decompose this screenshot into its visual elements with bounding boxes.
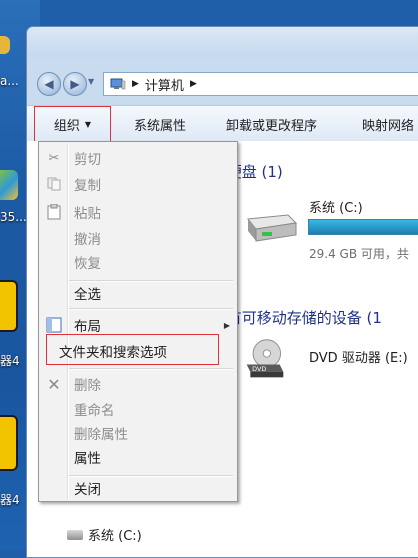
desktop-label: 35... — [0, 210, 27, 224]
command-bar: 组织 ▼ 系统属性 卸载或更改程序 映射网络 — [27, 105, 418, 143]
delete-x-icon: ✕ — [47, 374, 61, 394]
menu-item-delete[interactable]: ✕ 删除 — [39, 372, 237, 396]
group-title: 有可移动存储的设备 (1 — [226, 309, 382, 327]
menu-item-undo[interactable]: 撤消 — [39, 226, 237, 250]
dvd-drive-icon: DVD — [246, 339, 284, 378]
drive-item-dvd[interactable]: DVD DVD 驱动器 (E:) — [213, 327, 418, 397]
layout-icon — [45, 316, 63, 334]
menu-item-cut[interactable]: ✂ 剪切 — [39, 146, 237, 170]
organize-label: 组织 — [53, 118, 80, 134]
menu-item-select-all[interactable]: 全选 — [39, 281, 237, 305]
annotation-highlight-box — [46, 334, 219, 365]
organize-button[interactable]: 组织 ▼ — [34, 106, 111, 142]
app-icon — [0, 280, 18, 332]
history-dropdown-icon[interactable]: ▼ — [88, 77, 94, 86]
hard-drive-icon — [247, 214, 298, 242]
drive-usage-bar — [308, 219, 418, 235]
uninstall-button[interactable]: 卸载或更改程序 — [226, 106, 317, 142]
submenu-arrow-icon: ▶ — [223, 320, 230, 330]
paste-icon — [45, 203, 63, 221]
drive-free-space: 29.4 GB 可用，共 — [309, 247, 409, 261]
nav-item-label: 系统 (C:) — [88, 529, 142, 544]
map-network-drive-button[interactable]: 映射网络 — [362, 106, 414, 142]
back-button[interactable]: ◀ — [37, 72, 61, 96]
menu-item-paste[interactable]: 粘贴 — [39, 200, 237, 224]
breadcrumb-computer[interactable]: 计算机 — [145, 75, 184, 94]
menu-item-copy[interactable]: 复制 — [39, 172, 237, 196]
chevron-down-icon: ▼ — [84, 119, 92, 129]
drive-name: 系统 (C:) — [309, 201, 363, 216]
desktop-label: 器4 — [0, 493, 20, 507]
drive-name: DVD 驱动器 (E:) — [309, 351, 408, 366]
address-bar-row: ◀ ▶ ▼ ▶ 计算机 ▶ — [27, 67, 418, 101]
organize-menu: ✂ 剪切 复制 粘贴 撤消 恢复 全选 布局 ▶ 文件夹和搜索选项 ✕ 删除 重… — [38, 141, 238, 502]
menu-item-redo[interactable]: 恢复 — [39, 250, 237, 274]
menu-separator — [69, 308, 233, 310]
menu-item-properties[interactable]: 属性 — [39, 445, 237, 469]
menu-item-close[interactable]: 关闭 — [39, 476, 237, 500]
breadcrumb-arrow-icon[interactable]: ▶ — [190, 79, 197, 89]
menu-separator — [69, 368, 233, 370]
menu-item-rename[interactable]: 重命名 — [39, 397, 237, 421]
title-bar[interactable] — [27, 27, 418, 57]
drive-item-c[interactable]: 系统 (C:) 29.4 GB 可用，共 — [213, 185, 418, 265]
group-header-removable[interactable]: ◢ 有可移动存储的设备 (1 — [213, 307, 382, 328]
breadcrumb-arrow-icon[interactable]: ▶ — [132, 79, 139, 89]
items-pane: ◢ 硬盘 (1) 系统 (C:) 29.4 GB 可用，共 ◢ 有可移动存储的设… — [213, 141, 418, 557]
address-box[interactable]: ▶ 计算机 ▶ — [103, 72, 418, 96]
app-icon — [0, 36, 10, 54]
svg-text:DVD: DVD — [252, 365, 266, 373]
app-icon — [0, 170, 18, 200]
scissors-icon: ✂ — [48, 150, 60, 166]
menu-item-remove-properties[interactable]: 删除属性 — [39, 421, 237, 445]
app-icon — [0, 415, 18, 471]
back-arrow-icon: ◀ — [44, 77, 54, 91]
forward-button[interactable]: ▶ — [63, 72, 87, 96]
desktop-label: a... — [0, 74, 19, 88]
forward-arrow-icon: ▶ — [70, 77, 80, 91]
nav-item-system-c[interactable]: 系统 (C:) — [67, 525, 142, 544]
computer-icon — [110, 78, 126, 90]
desktop-label: 器4 — [0, 354, 20, 368]
copy-icon — [45, 175, 63, 193]
drive-icon — [67, 529, 83, 540]
system-properties-button[interactable]: 系统属性 — [134, 106, 186, 142]
